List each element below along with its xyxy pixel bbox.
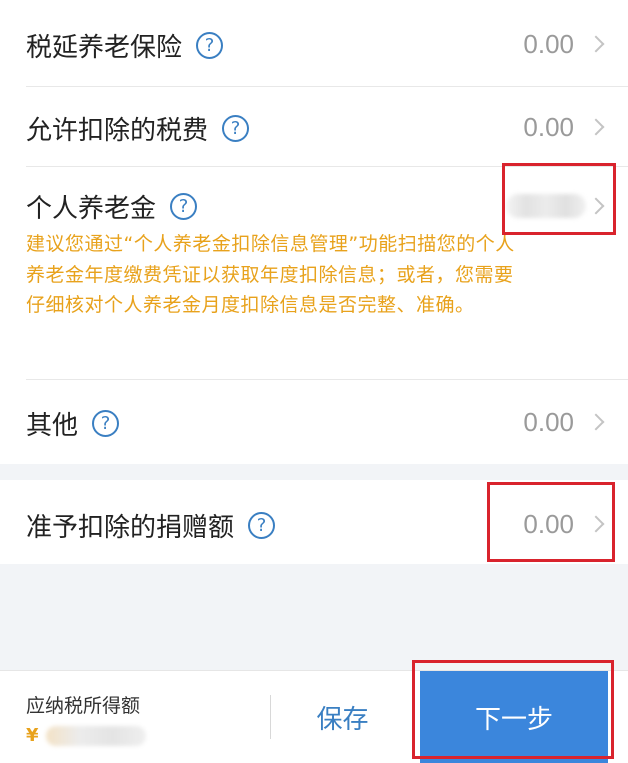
row-tax-deferred-insurance[interactable]: 税延养老保险 ? 0.00 [0,0,628,86]
help-icon[interactable]: ? [248,512,276,539]
chevron-right-icon [587,118,605,136]
highlight-box [412,660,614,759]
row-value: 0.00 [523,29,574,59]
row-value: 0.00 [523,407,574,437]
row-label: 个人养老金 [26,194,157,224]
help-icon[interactable]: ? [92,410,120,437]
currency-symbol: ¥ [26,725,39,746]
help-icon[interactable]: ? [196,32,224,59]
help-icon[interactable]: ? [222,115,250,142]
chevron-right-icon [587,413,605,431]
help-icon[interactable]: ? [170,193,198,220]
divider [270,695,271,739]
redacted-amount [46,726,146,746]
taxable-income-label: 应纳税所得额 [26,695,141,717]
chevron-right-icon [587,35,605,53]
row-label: 税延养老保险 [26,33,183,63]
row-other[interactable]: 其他 ? 0.00 [0,380,628,464]
row-value: 0.00 [523,112,574,142]
highlight-box [487,482,615,562]
highlight-box [502,163,616,235]
save-button[interactable]: 保存 [280,671,405,763]
row-deductible-taxes-fees[interactable]: 允许扣除的税费 ? 0.00 [0,87,628,167]
row-label: 允许扣除的税费 [26,116,209,146]
personal-pension-note: 建议您通过“个人养老金扣除信息管理”功能扫描您的个人养老金年度缴费凭证以获取年度… [26,233,515,316]
row-label: 准予扣除的捐赠额 [26,513,235,543]
row-label: 其他 [26,411,79,441]
